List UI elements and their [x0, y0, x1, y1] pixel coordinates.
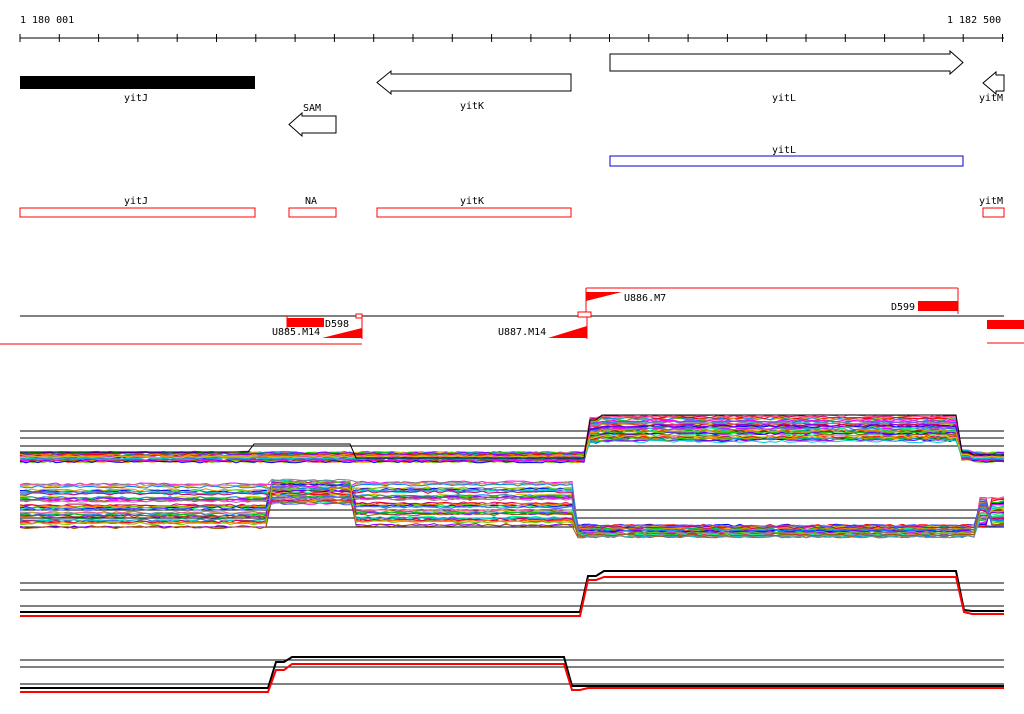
expression-tracks: [19, 414, 1005, 693]
segment-U887-label: U887.M14: [498, 327, 546, 338]
gene-yitM-label: yitM: [979, 93, 1003, 104]
blue-feature-track: yitL: [609, 145, 964, 167]
red-feature-yitJ-label: yitJ: [124, 196, 148, 207]
red-feature-yitK-label: yitK: [460, 196, 484, 207]
gene-SAM-arrow[interactable]: [288, 111, 337, 138]
coordinate-ruler: 1 180 001 1 182 500: [19, 15, 1004, 42]
segment-D598-label: D598: [325, 319, 349, 330]
red-feature-NA[interactable]: [288, 207, 337, 218]
gene-yitM-arrow[interactable]: [982, 70, 1005, 96]
segment-U887-wedge[interactable]: [548, 326, 587, 338]
blue-feature-yitL[interactable]: [609, 155, 964, 167]
segment-U885-label: U885.M14: [272, 327, 320, 338]
blue-feature-yitL-label: yitL: [772, 145, 796, 156]
gene-yitL-label: yitL: [772, 93, 796, 104]
red-feature-yitJ[interactable]: [19, 207, 256, 218]
red-feature-yitM[interactable]: [982, 207, 1005, 218]
genome-browser-view: 1 180 001 1 182 500 yitJ SAM yitK yitL y…: [0, 15, 1024, 693]
gene-yitJ-label: yitJ: [124, 93, 148, 104]
segment-right-bar[interactable]: [987, 320, 1024, 329]
gene-SAM-label: SAM: [303, 103, 321, 114]
gene-yitK-arrow[interactable]: [376, 69, 572, 96]
segment-U886-label: U886.M7: [624, 293, 666, 304]
ruler-start-label: 1 180 001: [20, 15, 74, 26]
gene-annotation-track: yitJ SAM yitK yitL yitM: [20, 49, 1005, 138]
gene-yitL-arrow[interactable]: [609, 49, 964, 76]
segment-U885-marker: [355, 313, 363, 319]
red-feature-yitM-label: yitM: [979, 196, 1003, 207]
gene-yitJ-bar[interactable]: [20, 76, 255, 89]
gene-yitK-label: yitK: [460, 101, 484, 112]
red-feature-track: yitJ NA yitK yitM: [19, 196, 1005, 218]
segment-D598-bar[interactable]: [287, 318, 324, 327]
segment-track: U886.M7 D599 D598 U885.M14 U887.M14: [0, 287, 1024, 345]
track-d-profile: [20, 656, 1004, 689]
red-feature-yitK[interactable]: [376, 207, 572, 218]
segment-U887-marker: [577, 311, 592, 318]
red-feature-NA-label: NA: [305, 196, 317, 207]
segment-D599-label: D599: [891, 302, 915, 313]
segment-D599-bar[interactable]: [918, 301, 958, 311]
segment-U886-wedge[interactable]: [586, 292, 622, 301]
ruler-end-label: 1 182 500: [947, 15, 1001, 26]
